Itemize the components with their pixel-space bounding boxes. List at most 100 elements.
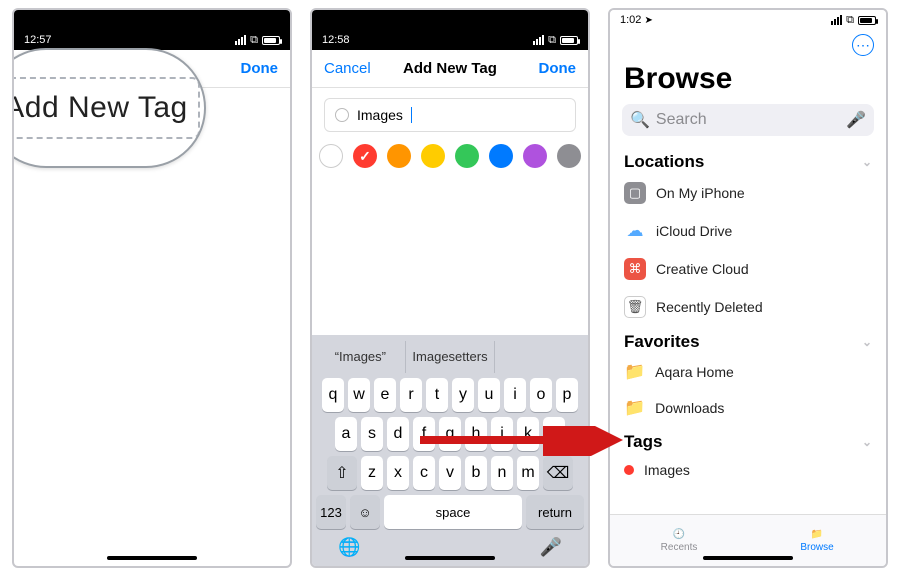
section-locations[interactable]: Locations ⌄	[624, 152, 872, 172]
key-t[interactable]: t	[426, 378, 448, 412]
globe-key[interactable]: 🌐	[338, 537, 360, 558]
key-a[interactable]: a	[335, 417, 357, 451]
color-swatch-red[interactable]	[353, 144, 377, 168]
wifi-icon: ⧉	[846, 14, 854, 27]
key-f[interactable]: f	[413, 417, 435, 451]
key-o[interactable]: o	[530, 378, 552, 412]
suggestion-3[interactable]	[495, 341, 584, 373]
backspace-key[interactable]: ⌫	[543, 456, 573, 490]
search-placeholder: Search	[656, 111, 840, 129]
key-r[interactable]: r	[400, 378, 422, 412]
key-i[interactable]: i	[504, 378, 526, 412]
key-y[interactable]: y	[452, 378, 474, 412]
key-s[interactable]: s	[361, 417, 383, 451]
home-indicator[interactable]	[107, 556, 197, 560]
list-item[interactable]: ▢ On My iPhone	[610, 174, 886, 212]
device-icon: ▢	[624, 182, 646, 204]
dictation-icon[interactable]: 🎤	[846, 110, 866, 130]
home-indicator[interactable]	[405, 556, 495, 560]
section-tags[interactable]: Tags ⌄	[624, 432, 872, 452]
nav-bar: Cancel Add New Tag Done	[312, 50, 588, 88]
clock: 12:57	[24, 34, 52, 46]
color-swatch-yellow[interactable]	[421, 144, 445, 168]
suggestion-1[interactable]: “Images”	[316, 341, 406, 373]
dictation-key[interactable]: 🎤	[540, 537, 562, 558]
signal-icon	[533, 35, 544, 45]
home-indicator[interactable]	[703, 556, 793, 560]
shift-key[interactable]: ⇧	[327, 456, 357, 490]
key-q[interactable]: q	[322, 378, 344, 412]
key-m[interactable]: m	[517, 456, 539, 490]
space-key[interactable]: space	[384, 495, 522, 529]
color-swatch-gray[interactable]	[557, 144, 581, 168]
notch-bar	[312, 10, 588, 30]
section-favorites[interactable]: Favorites ⌄	[624, 332, 872, 352]
color-swatch-purple[interactable]	[523, 144, 547, 168]
color-swatch-orange[interactable]	[387, 144, 411, 168]
key-h[interactable]: h	[465, 417, 487, 451]
list-item[interactable]: 📁Aqara Home	[610, 354, 886, 390]
emoji-key[interactable]: ☺	[350, 495, 380, 529]
page-title: Browse	[624, 62, 872, 96]
battery-icon	[262, 36, 280, 45]
chevron-down-icon: ⌄	[862, 155, 872, 169]
location-icon: ➤	[644, 15, 652, 26]
number-key[interactable]: 123	[316, 495, 346, 529]
tag-name-value: Images	[357, 107, 403, 123]
item-label: Images	[644, 462, 690, 478]
key-c[interactable]: c	[413, 456, 435, 490]
key-x[interactable]: x	[387, 456, 409, 490]
cloud-icon: ☁︎	[624, 220, 646, 242]
key-g[interactable]: g	[439, 417, 461, 451]
battery-icon	[560, 36, 578, 45]
key-v[interactable]: v	[439, 456, 461, 490]
cancel-button[interactable]: Cancel	[324, 60, 371, 77]
no-color-icon	[335, 108, 349, 122]
key-l[interactable]: l	[543, 417, 565, 451]
key-d[interactable]: d	[387, 417, 409, 451]
item-label: iCloud Drive	[656, 223, 732, 239]
more-button[interactable]: ⋯	[852, 34, 874, 56]
key-j[interactable]: j	[491, 417, 513, 451]
list-item[interactable]: Images	[610, 454, 886, 486]
screen-3-browse: 1:02 ➤ ⧉ ⋯ Browse 🔍 Search 🎤 Locations ⌄…	[608, 8, 888, 568]
list-item[interactable]: 🗑Recently Deleted	[610, 288, 886, 326]
done-button[interactable]: Done	[241, 60, 279, 77]
list-item[interactable]: ⌘ Creative Cloud	[610, 250, 886, 288]
suggestion-2[interactable]: Imagesetters	[406, 341, 496, 373]
key-p[interactable]: p	[556, 378, 578, 412]
folder-icon: 📁	[624, 362, 645, 382]
keyboard-suggestions: “Images” Imagesetters	[316, 341, 584, 373]
key-z[interactable]: z	[361, 456, 383, 490]
color-swatch-green[interactable]	[455, 144, 479, 168]
key-w[interactable]: w	[348, 378, 370, 412]
done-button[interactable]: Done	[539, 60, 577, 77]
tag-dot	[624, 465, 634, 475]
status-bar: 12:57 ⧉	[14, 30, 290, 50]
key-u[interactable]: u	[478, 378, 500, 412]
tab-recents-label: Recents	[661, 542, 698, 553]
item-label: On My iPhone	[656, 185, 745, 201]
key-n[interactable]: n	[491, 456, 513, 490]
list-item[interactable]: ☁︎ iCloud Drive	[610, 212, 886, 250]
key-b[interactable]: b	[465, 456, 487, 490]
key-e[interactable]: e	[374, 378, 396, 412]
notch-bar	[14, 10, 290, 30]
item-label: Creative Cloud	[656, 261, 749, 277]
return-key[interactable]: return	[526, 495, 584, 529]
locations-label: Locations	[624, 152, 704, 172]
folder-icon: 📁	[624, 398, 645, 418]
color-swatch-blue[interactable]	[489, 144, 513, 168]
color-swatch-no-color[interactable]	[319, 144, 343, 168]
key-k[interactable]: k	[517, 417, 539, 451]
tag-name-input[interactable]: Images	[324, 98, 576, 132]
chevron-down-icon: ⌄	[862, 435, 872, 449]
color-swatches	[312, 144, 588, 168]
magnifier-callout: Add New Tag	[12, 48, 206, 168]
creative-cloud-icon: ⌘	[624, 258, 646, 280]
status-bar: 1:02 ➤ ⧉	[610, 10, 886, 30]
search-input[interactable]: 🔍 Search 🎤	[622, 104, 874, 136]
wifi-icon: ⧉	[548, 34, 556, 47]
tab-browse-label: Browse	[800, 542, 833, 553]
list-item[interactable]: 📁Downloads	[610, 390, 886, 426]
